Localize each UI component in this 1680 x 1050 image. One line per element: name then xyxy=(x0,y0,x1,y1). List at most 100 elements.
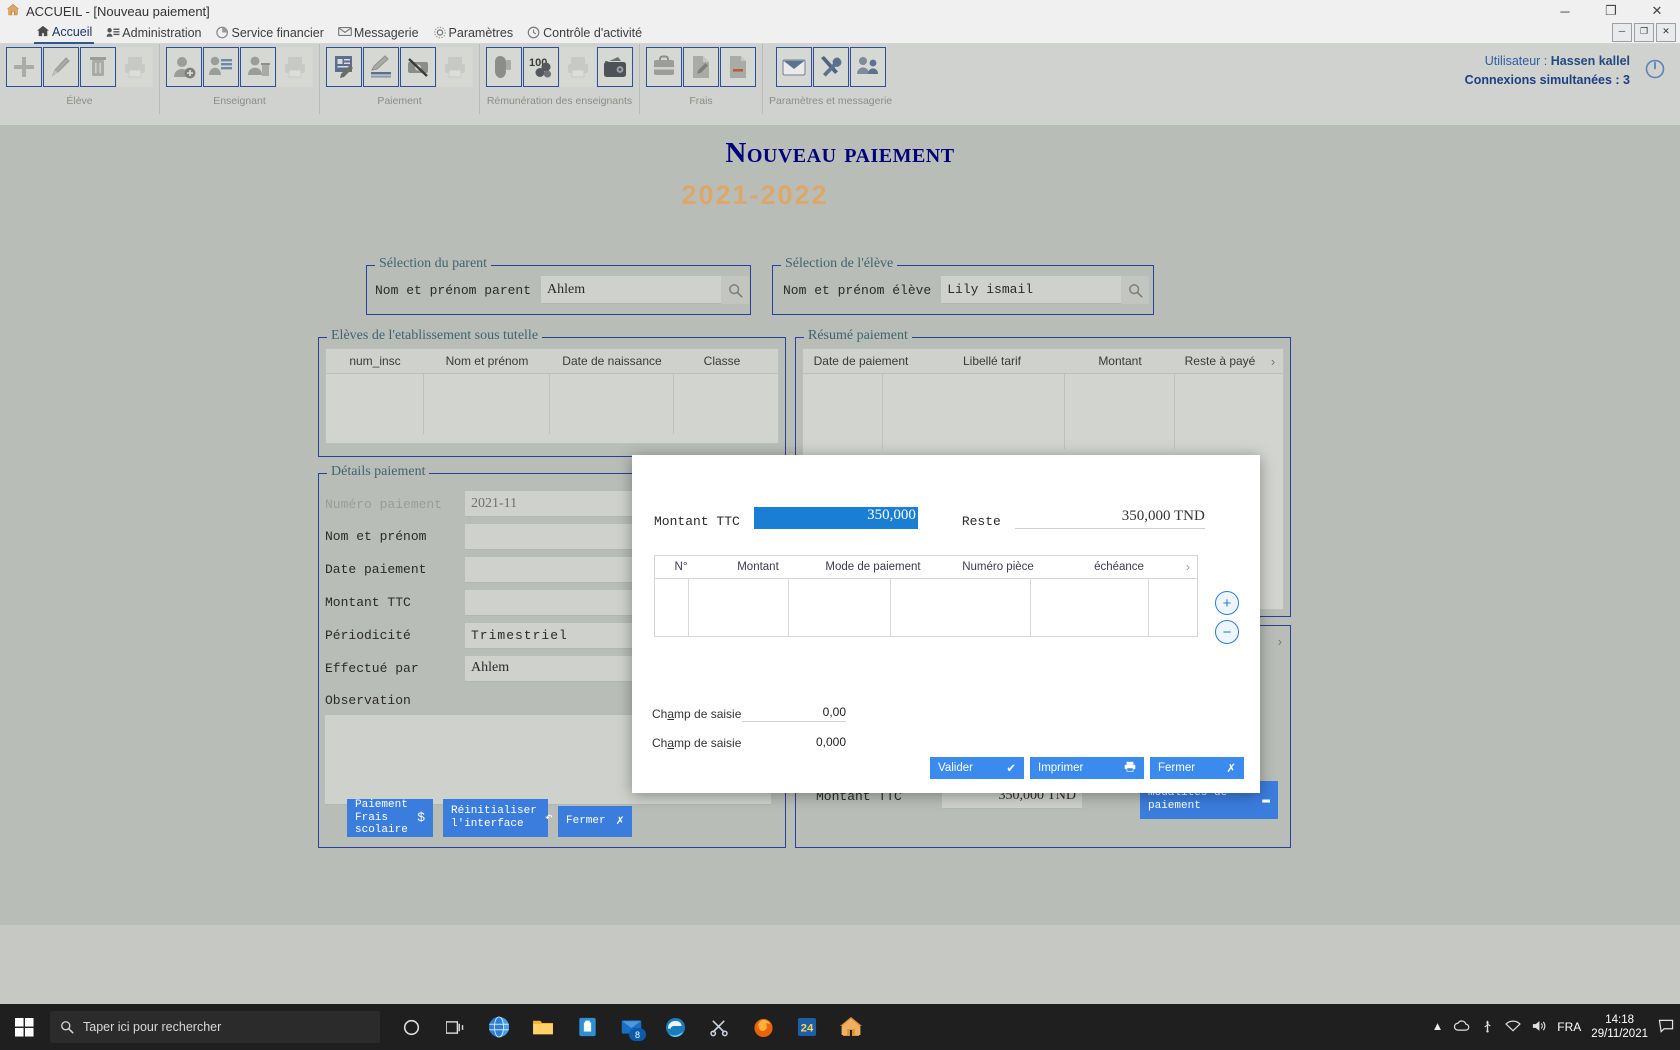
observation-label: Observation xyxy=(325,692,411,708)
browser-globe-icon[interactable] xyxy=(484,1011,514,1043)
column-header: num_insc xyxy=(349,354,401,368)
toolbar-button-print-student[interactable] xyxy=(117,47,153,87)
main-menu-bar: Accueil Administration Service financier… xyxy=(0,22,1680,44)
chevron-right-icon[interactable]: › xyxy=(1179,560,1197,574)
taskbar-search-box[interactable]: Taper ici pour rechercher xyxy=(50,1011,380,1043)
close-modal-button[interactable]: Fermer ✗ xyxy=(1150,757,1244,779)
student-search-button[interactable] xyxy=(1121,276,1150,304)
chevron-up-icon[interactable]: ▲ xyxy=(1432,1021,1443,1033)
student-selection-group: Sélection de l'élève Nom et prénom élève xyxy=(772,256,1154,315)
toolbar-group-label: Paiement xyxy=(377,95,422,107)
windows-start-icon[interactable] xyxy=(0,1004,48,1050)
store-icon[interactable] xyxy=(572,1011,602,1043)
column-header: échéance xyxy=(1094,561,1144,573)
window-minimize-button[interactable]: ─ xyxy=(1542,0,1588,22)
toolbar-button-print-payment[interactable] xyxy=(437,47,473,87)
students-grid-body xyxy=(326,374,778,434)
firefox-icon[interactable] xyxy=(748,1011,778,1043)
toolbar-button-new-payment[interactable] xyxy=(326,47,362,87)
toolbar-button-users-settings[interactable] xyxy=(849,47,886,87)
taskbar-clock[interactable]: 14:18 29/11/2021 xyxy=(1591,1013,1648,1042)
toolbar-group-frais: Frais xyxy=(640,44,763,114)
modal-montant-input[interactable] xyxy=(753,507,918,529)
toolbar-group-label: Élève xyxy=(66,95,93,107)
champ-saisie-label-1: Champ de saisie xyxy=(652,706,742,721)
payment-modal-dialog: Montant TTC Reste 350,000 TND N° Montant… xyxy=(632,455,1260,793)
notification-icon[interactable] xyxy=(1658,1018,1674,1036)
user-name: Hassen kallel xyxy=(1550,54,1630,68)
toolbar-button-fees-list[interactable] xyxy=(646,47,682,87)
toolbar-button-add-teacher[interactable] xyxy=(166,47,202,87)
field-label-date-paiement: Date paiement xyxy=(325,562,427,577)
application-window: ACCUEIL - [Nouveau paiement] ─ ❐ ✕ Accue… xyxy=(0,0,1680,1050)
toolbar-button-salary-wallet[interactable] xyxy=(597,47,633,87)
calendar-24-icon[interactable]: 24 xyxy=(792,1011,822,1043)
validate-button[interactable]: Valider ✔ xyxy=(930,757,1024,779)
modal-payment-grid[interactable]: N° Montant Mode de paiement Numéro pièce… xyxy=(654,555,1198,637)
menu-item-controle-activite[interactable]: Contrôle d'activité xyxy=(525,23,644,43)
school-app-icon[interactable] xyxy=(836,1011,866,1043)
mdi-close-button[interactable]: ✕ xyxy=(1656,23,1676,42)
students-grid[interactable]: num_insc Nom et prénom Date de naissance… xyxy=(325,348,779,444)
reset-interface-button[interactable]: Réinitialiser l'interface ↶ xyxy=(443,799,553,837)
menu-item-messagerie[interactable]: Messagerie xyxy=(336,23,421,43)
usb-icon[interactable] xyxy=(1480,1018,1495,1036)
student-name-input[interactable] xyxy=(941,276,1122,304)
edge-icon[interactable] xyxy=(660,1011,690,1043)
file-explorer-icon[interactable] xyxy=(528,1011,558,1043)
svg-text:24: 24 xyxy=(801,1022,814,1034)
mdi-document-controls: ─ ❐ ✕ xyxy=(1610,22,1676,43)
chevron-right-icon[interactable]: › xyxy=(1265,354,1281,369)
menu-item-service-financier[interactable]: Service financier xyxy=(214,23,326,43)
toolbar-button-edit-payment[interactable] xyxy=(363,47,399,87)
toolbar-button-settings-tools[interactable] xyxy=(812,47,849,87)
print-button[interactable]: Imprimer xyxy=(1030,757,1144,779)
toolbar-button-fees-doc[interactable] xyxy=(720,47,756,87)
menu-label: Administration xyxy=(122,25,202,40)
champ-saisie-value-1[interactable]: 0,00 xyxy=(742,705,846,722)
toolbar-button-fees-edit[interactable] xyxy=(683,47,719,87)
champ-saisie-value-2[interactable]: 0,000 xyxy=(742,735,846,751)
toolbar-group-parametres-messagerie: Paramètres et messagerie xyxy=(763,44,898,114)
menu-item-parametres[interactable]: Paramètres xyxy=(431,23,516,43)
mdi-restore-button[interactable]: ❐ xyxy=(1634,23,1654,42)
window-maximize-button[interactable]: ❐ xyxy=(1588,0,1634,22)
close-button[interactable]: Fermer ✗ xyxy=(558,806,632,837)
toolbar-button-salary-new[interactable] xyxy=(486,47,522,87)
toolbar-button-delete-teacher[interactable] xyxy=(240,47,276,87)
modal-reste-value: 350,000 TND xyxy=(1014,508,1205,529)
cortana-icon[interactable] xyxy=(396,1011,426,1043)
volume-icon[interactable] xyxy=(1531,1019,1547,1036)
power-icon[interactable] xyxy=(1644,58,1666,80)
button-label: Fermer xyxy=(1158,762,1196,774)
task-view-icon[interactable] xyxy=(440,1011,470,1043)
network-icon[interactable] xyxy=(1505,1019,1522,1035)
toolbar-button-edit-teacher[interactable] xyxy=(203,47,239,87)
field-label-montant-ttc: Montant TTC xyxy=(325,595,411,610)
payment-school-fees-button[interactable]: Paiement Frais scolaire $ xyxy=(347,799,433,837)
toolbar-button-delete-student[interactable] xyxy=(80,47,116,87)
main-toolbar: Élève Enseignant Paiement 100 Rémunérati… xyxy=(0,44,1680,126)
toolbar-button-salary-print[interactable] xyxy=(560,47,596,87)
input-language[interactable]: FRA xyxy=(1557,1020,1581,1034)
window-close-button[interactable]: ✕ xyxy=(1634,0,1680,22)
parent-name-input[interactable] xyxy=(541,276,722,304)
menu-item-accueil[interactable]: Accueil xyxy=(34,22,95,44)
menu-item-administration[interactable]: Administration xyxy=(104,23,203,43)
mail-icon[interactable]: 8 xyxy=(616,1011,646,1043)
toolbar-button-salary-amount[interactable]: 100 xyxy=(523,47,559,87)
column-header: Montant xyxy=(1098,354,1142,368)
toolbar-button-delete-payment[interactable] xyxy=(400,47,436,87)
plus-circle-icon[interactable]: + xyxy=(1215,591,1239,615)
toolbar-button-add-student[interactable] xyxy=(6,47,42,87)
minus-circle-icon[interactable]: − xyxy=(1215,620,1239,644)
toolbar-button-edit-student[interactable] xyxy=(43,47,79,87)
toolbar-button-messaging[interactable] xyxy=(775,47,812,87)
cloud-icon[interactable] xyxy=(1453,1019,1470,1035)
simultaneous-connections: Connexions simultanées : 3 xyxy=(1464,72,1630,87)
mdi-minimize-button[interactable]: ─ xyxy=(1612,23,1632,42)
chevron-right-icon[interactable]: › xyxy=(1278,634,1282,649)
parent-search-button[interactable] xyxy=(721,276,750,304)
toolbar-button-print-teacher[interactable] xyxy=(277,47,313,87)
scissors-icon[interactable] xyxy=(704,1011,734,1043)
